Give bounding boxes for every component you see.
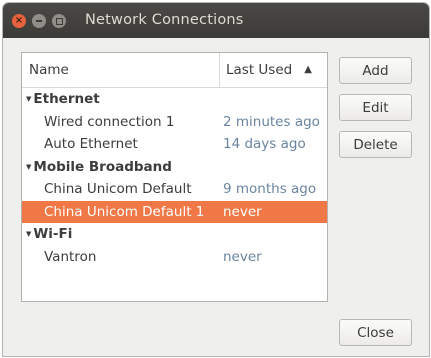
connection-name: Wired connection 1 [44, 113, 175, 130]
group-label: Ethernet [33, 91, 100, 108]
group-label: Wi-Fi [33, 226, 73, 243]
connection-name: Vantron [44, 248, 97, 265]
connection-last-used: 2 minutes ago [223, 113, 320, 130]
connection-name: China Unicom Default [44, 181, 192, 198]
close-button[interactable]: Close [339, 319, 412, 346]
connection-last-used: 9 months ago [223, 181, 317, 198]
list-header: Name Last Used ▲ [22, 53, 327, 88]
group-wi-fi[interactable]: ▼ Wi-Fi [22, 223, 327, 246]
connection-row-auto-ethernet[interactable]: Auto Ethernet 14 days ago [22, 133, 327, 156]
connection-name: Auto Ethernet [44, 136, 138, 153]
sort-ascending-icon: ▲ [304, 64, 312, 75]
connection-last-used: never [223, 203, 262, 220]
column-header-name[interactable]: Name [22, 53, 220, 87]
group-ethernet[interactable]: ▼ Ethernet [22, 88, 327, 111]
expander-icon[interactable]: ▼ [26, 230, 31, 238]
add-button[interactable]: Add [339, 57, 412, 84]
group-label: Mobile Broadband [33, 158, 172, 175]
expander-icon[interactable]: ▼ [26, 163, 31, 171]
expander-icon[interactable]: ▼ [26, 95, 31, 103]
window-title: Network Connections [85, 12, 244, 28]
network-connections-window: × Network Connections Name Last Used ▲ ▼… [3, 3, 429, 356]
titlebar[interactable]: × Network Connections [3, 3, 429, 38]
column-header-last-used[interactable]: Last Used ▲ [220, 53, 327, 87]
connections-list[interactable]: Name Last Used ▲ ▼ Ethernet Wired connect… [21, 52, 328, 302]
group-mobile-broadband[interactable]: ▼ Mobile Broadband [22, 156, 327, 179]
column-header-name-label: Name [29, 62, 69, 78]
connection-row-wired-connection-1[interactable]: Wired connection 1 2 minutes ago [22, 111, 327, 134]
column-header-last-used-label: Last Used [226, 62, 293, 78]
connection-row-vantron[interactable]: Vantron never [22, 246, 327, 269]
maximize-window-icon[interactable] [52, 14, 66, 28]
connection-row-china-unicom-default-1[interactable]: China Unicom Default 1 never [22, 200, 327, 223]
minimize-window-icon[interactable] [32, 14, 46, 28]
delete-button[interactable]: Delete [339, 131, 412, 158]
connection-last-used: never [223, 248, 262, 265]
close-window-icon[interactable]: × [12, 14, 26, 28]
connection-last-used: 14 days ago [223, 136, 306, 153]
connection-row-china-unicom-default[interactable]: China Unicom Default 9 months ago [22, 178, 327, 201]
edit-button[interactable]: Edit [339, 94, 412, 121]
connection-name: China Unicom Default 1 [44, 203, 205, 220]
